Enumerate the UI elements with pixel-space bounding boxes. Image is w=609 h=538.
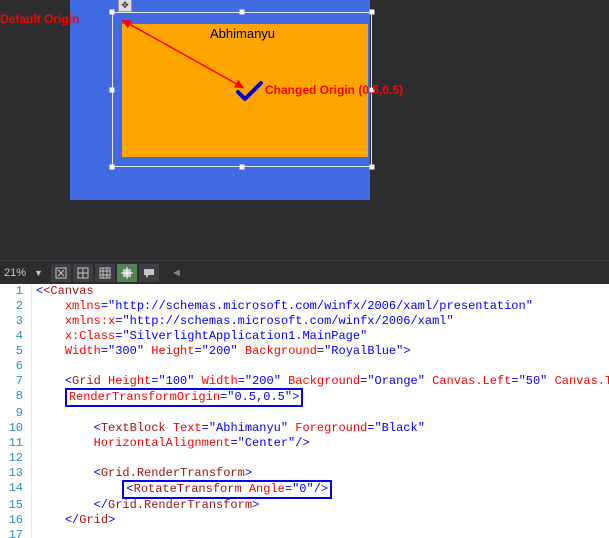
effects-toggle-button[interactable] xyxy=(51,264,71,282)
collapse-left-icon[interactable]: ◄ xyxy=(171,267,182,279)
designer-toolbar: 21% ▼ ◄ xyxy=(0,260,609,284)
resize-handle[interactable] xyxy=(370,165,375,170)
resize-handle[interactable] xyxy=(110,88,115,93)
resize-handle[interactable] xyxy=(240,10,245,15)
line-number: 15 xyxy=(0,498,32,513)
move-adorner-icon[interactable]: ✥ xyxy=(118,0,132,12)
line-number: 10 xyxy=(0,421,32,436)
resize-handle[interactable] xyxy=(240,165,245,170)
line-number: 8 xyxy=(0,389,32,406)
line-number: 7 xyxy=(0,374,32,389)
line-number: 6 xyxy=(0,359,32,374)
line-number: 2 xyxy=(0,299,32,314)
line-number: 12 xyxy=(0,451,32,466)
snap-grid-button[interactable] xyxy=(95,264,115,282)
textblock-label: Abhimanyu xyxy=(210,26,275,41)
zoom-level[interactable]: 21% xyxy=(4,267,26,279)
annotation-changed-origin: Changed Origin (0.5,0.5) xyxy=(265,83,403,97)
line-number: 13 xyxy=(0,466,32,481)
snap-lines-button[interactable] xyxy=(117,264,137,282)
designer-pane: Abhimanyu ✥ Default Origin Changed Origi… xyxy=(0,0,609,260)
line-number: 16 xyxy=(0,513,32,528)
line-number: 17 xyxy=(0,528,32,538)
highlight-rotate-transform: <RotateTransform Angle="0"/> xyxy=(122,480,332,499)
line-number: 9 xyxy=(0,406,32,421)
line-number: 4 xyxy=(0,329,32,344)
annotation-button[interactable] xyxy=(139,264,159,282)
resize-handle[interactable] xyxy=(370,10,375,15)
line-number: 1 xyxy=(0,284,32,299)
zoom-dropdown-icon[interactable]: ▼ xyxy=(34,268,43,278)
line-number: 3 xyxy=(0,314,32,329)
code-editor[interactable]: 1<<Canvas 2 xmlns="http://schemas.micros… xyxy=(0,284,609,538)
resize-handle[interactable] xyxy=(110,10,115,15)
line-number: 11 xyxy=(0,436,32,451)
line-number: 5 xyxy=(0,344,32,359)
annotation-default-origin: Default Origin xyxy=(0,12,79,26)
line-number: 14 xyxy=(0,481,32,498)
grid-button[interactable] xyxy=(73,264,93,282)
resize-handle[interactable] xyxy=(110,165,115,170)
highlight-transform-origin: RenderTransformOrigin="0.5,0.5"> xyxy=(65,388,303,407)
